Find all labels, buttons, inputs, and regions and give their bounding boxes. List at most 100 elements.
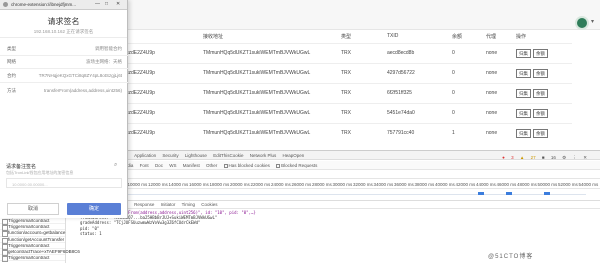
close-icon[interactable]: ✕	[116, 1, 120, 7]
row-actions: 归集 余额	[513, 122, 572, 143]
txid: 5451e74da0	[384, 102, 449, 123]
filter-type[interactable]: Manifest	[183, 163, 200, 168]
divider	[0, 68, 128, 69]
tx-type: TRX	[338, 102, 384, 123]
tx-type: TRX	[338, 62, 384, 83]
devtools-tab[interactable]: HeapOpen	[283, 153, 305, 158]
row-actions: 归集 余额	[513, 102, 572, 123]
blocked-requests-option[interactable]: Blocked Requests	[276, 163, 317, 168]
blocked-requests-label: Blocked Requests	[281, 163, 318, 168]
devtools-tab[interactable]: Network Plus	[250, 153, 277, 158]
request-list: Triggersmartcontract Triggersmartcontrac…	[0, 218, 80, 263]
detail-tab[interactable]: Cookies	[201, 202, 217, 207]
ruler-tick-label: 54000 ms	[578, 182, 599, 187]
request-detail-tabs: Headers Payload Preview Response Initiat…	[66, 201, 600, 209]
ruler-tick-label: 22000 ms	[250, 182, 271, 187]
ruler-tick-label: 40000 ms	[435, 182, 455, 187]
popup-subtitle: 192.168.10.162 正在请求签名	[33, 29, 94, 34]
ruler-tick-label: 24000 ms	[271, 182, 291, 187]
txid: 6f2f51ff325	[384, 82, 449, 103]
checkbox-icon	[223, 164, 228, 168]
devtools-tab[interactable]: Security	[162, 153, 178, 158]
proxy: none	[483, 102, 513, 123]
tx-type: TRX	[338, 122, 384, 143]
ruler-tick-label: 42000 ms	[455, 182, 476, 187]
maximize-icon[interactable]: □	[105, 1, 108, 7]
devtools-tab[interactable]: Application	[134, 153, 156, 158]
devtools-filter-row	[66, 170, 600, 179]
user-avatar[interactable]	[575, 16, 589, 30]
balance-button[interactable]: 余额	[533, 88, 548, 98]
search-icon[interactable]: ⌕	[114, 162, 117, 169]
balance-button[interactable]: 余额	[533, 48, 548, 58]
to-address: TMmunHQq5dUKZT1sukiWEMTmBJVWkUGwL	[200, 62, 338, 83]
ruler-tick-label: 18000 ms	[209, 182, 230, 187]
devtools-tab[interactable]: Lighthouse	[185, 153, 207, 158]
ruler-tick-label: 44000 ms	[476, 182, 496, 187]
devtools-status[interactable]: ● 3 ▲ 27 ■ 16 ⚙ ⋮ ✕	[502, 153, 592, 161]
col-type: 类型	[341, 33, 352, 40]
row-actions: 归集 余额	[513, 62, 572, 83]
balance: 0	[449, 42, 483, 63]
checkbox-icon	[276, 164, 281, 168]
ruler-tick-label: 34000 ms	[373, 182, 394, 187]
cancel-button[interactable]: 取消	[7, 203, 59, 215]
timeline-ruler: 4000 ms6000 ms8000 ms10000 ms12000 ms140…	[66, 180, 600, 189]
filter-type[interactable]: WS	[169, 163, 176, 168]
detail-tab[interactable]: Timing	[182, 202, 195, 207]
detail-row-method[interactable]: 方法 transferFrom(address,address,uint256)	[0, 88, 128, 98]
collect-button[interactable]: 归集	[516, 88, 531, 98]
popup-title: 请求签名	[47, 17, 80, 26]
filter-type[interactable]: Font	[140, 163, 149, 168]
col-actions: 操作	[516, 33, 527, 40]
ruler-tick-label: 38000 ms	[414, 182, 435, 187]
table-row: ZSMmGdeca62uAygPvHM7uzdE2Z4U9pTMmunHQq5d…	[60, 102, 572, 123]
row-value: transferFrom(address,address,uint256)	[43, 88, 122, 93]
payload-line: status: 1	[80, 230, 102, 236]
txid: 4297d56722	[384, 62, 449, 83]
error-icon: ●	[502, 155, 505, 160]
ruler-tick-label: 36000 ms	[394, 182, 414, 187]
collect-button[interactable]: 归集	[516, 68, 531, 78]
table-row: ZSMmGdeca62uAygPvHM7uzdE2Z4U9pTMmunHQq5d…	[60, 62, 572, 83]
txid: 757791cc40	[384, 122, 449, 143]
devtools-tab[interactable]: EditThisCookie	[213, 153, 243, 158]
timeline-request	[544, 192, 550, 195]
balance-button[interactable]: 余额	[533, 108, 548, 118]
balance-button[interactable]: 余额	[533, 68, 548, 78]
detail-tab[interactable]: Initiator	[161, 202, 176, 207]
filter-type[interactable]: Doc	[155, 163, 163, 168]
balance-button[interactable]: 余额	[533, 128, 548, 138]
filter-type[interactable]: Other	[206, 163, 217, 168]
balance: 0	[449, 102, 483, 123]
blocked-cookies-label: Has blocked cookies	[228, 163, 270, 168]
error-count: 3	[511, 155, 514, 160]
remark-hint: 包括TronLink钱包应用地址的加密信息	[6, 170, 74, 175]
timeline-request	[506, 192, 512, 195]
table-row: ZSMmGdeca62uAygPvHM7uzdE2Z4U9pTMmunHQq5d…	[60, 82, 572, 103]
collect-button[interactable]: 归集	[516, 108, 531, 118]
proxy: none	[483, 62, 513, 83]
collect-button[interactable]: 归集	[516, 128, 531, 138]
col-txid: TXID	[387, 33, 399, 40]
proxy: none	[483, 122, 513, 143]
network-timeline[interactable]	[66, 189, 600, 201]
blocked-cookies-option[interactable]: Has blocked cookies	[223, 163, 270, 168]
request-item[interactable]: Triggersmartcontract	[0, 255, 65, 263]
detail-tab[interactable]: Response	[134, 202, 154, 207]
confirm-button[interactable]: 确定	[67, 203, 121, 215]
ruler-tick-label: 14000 ms	[168, 182, 189, 187]
tx-type: TRX	[338, 42, 384, 63]
ruler-tick-label: 28000 ms	[312, 182, 332, 187]
minimize-icon[interactable]: —	[95, 1, 100, 7]
collect-button[interactable]: 归集	[516, 48, 531, 58]
chevron-down-icon[interactable]: ▾	[591, 18, 594, 25]
to-address: TMmunHQq5dUKZT1sukiWEMTmBJVWkUGwL	[200, 102, 338, 123]
row-label: 合约	[7, 73, 16, 78]
col-balance: 余额	[452, 33, 463, 40]
ruler-tick-label: 52000 ms	[558, 182, 578, 187]
remark-label: 请求备注签名	[6, 164, 37, 170]
ruler-tick-label: 30000 ms	[332, 182, 353, 187]
remark-input[interactable]: 10.0000.00.00000...	[6, 178, 122, 188]
popup-url: chrome-extension://ibnejdfjmm...	[11, 2, 77, 7]
